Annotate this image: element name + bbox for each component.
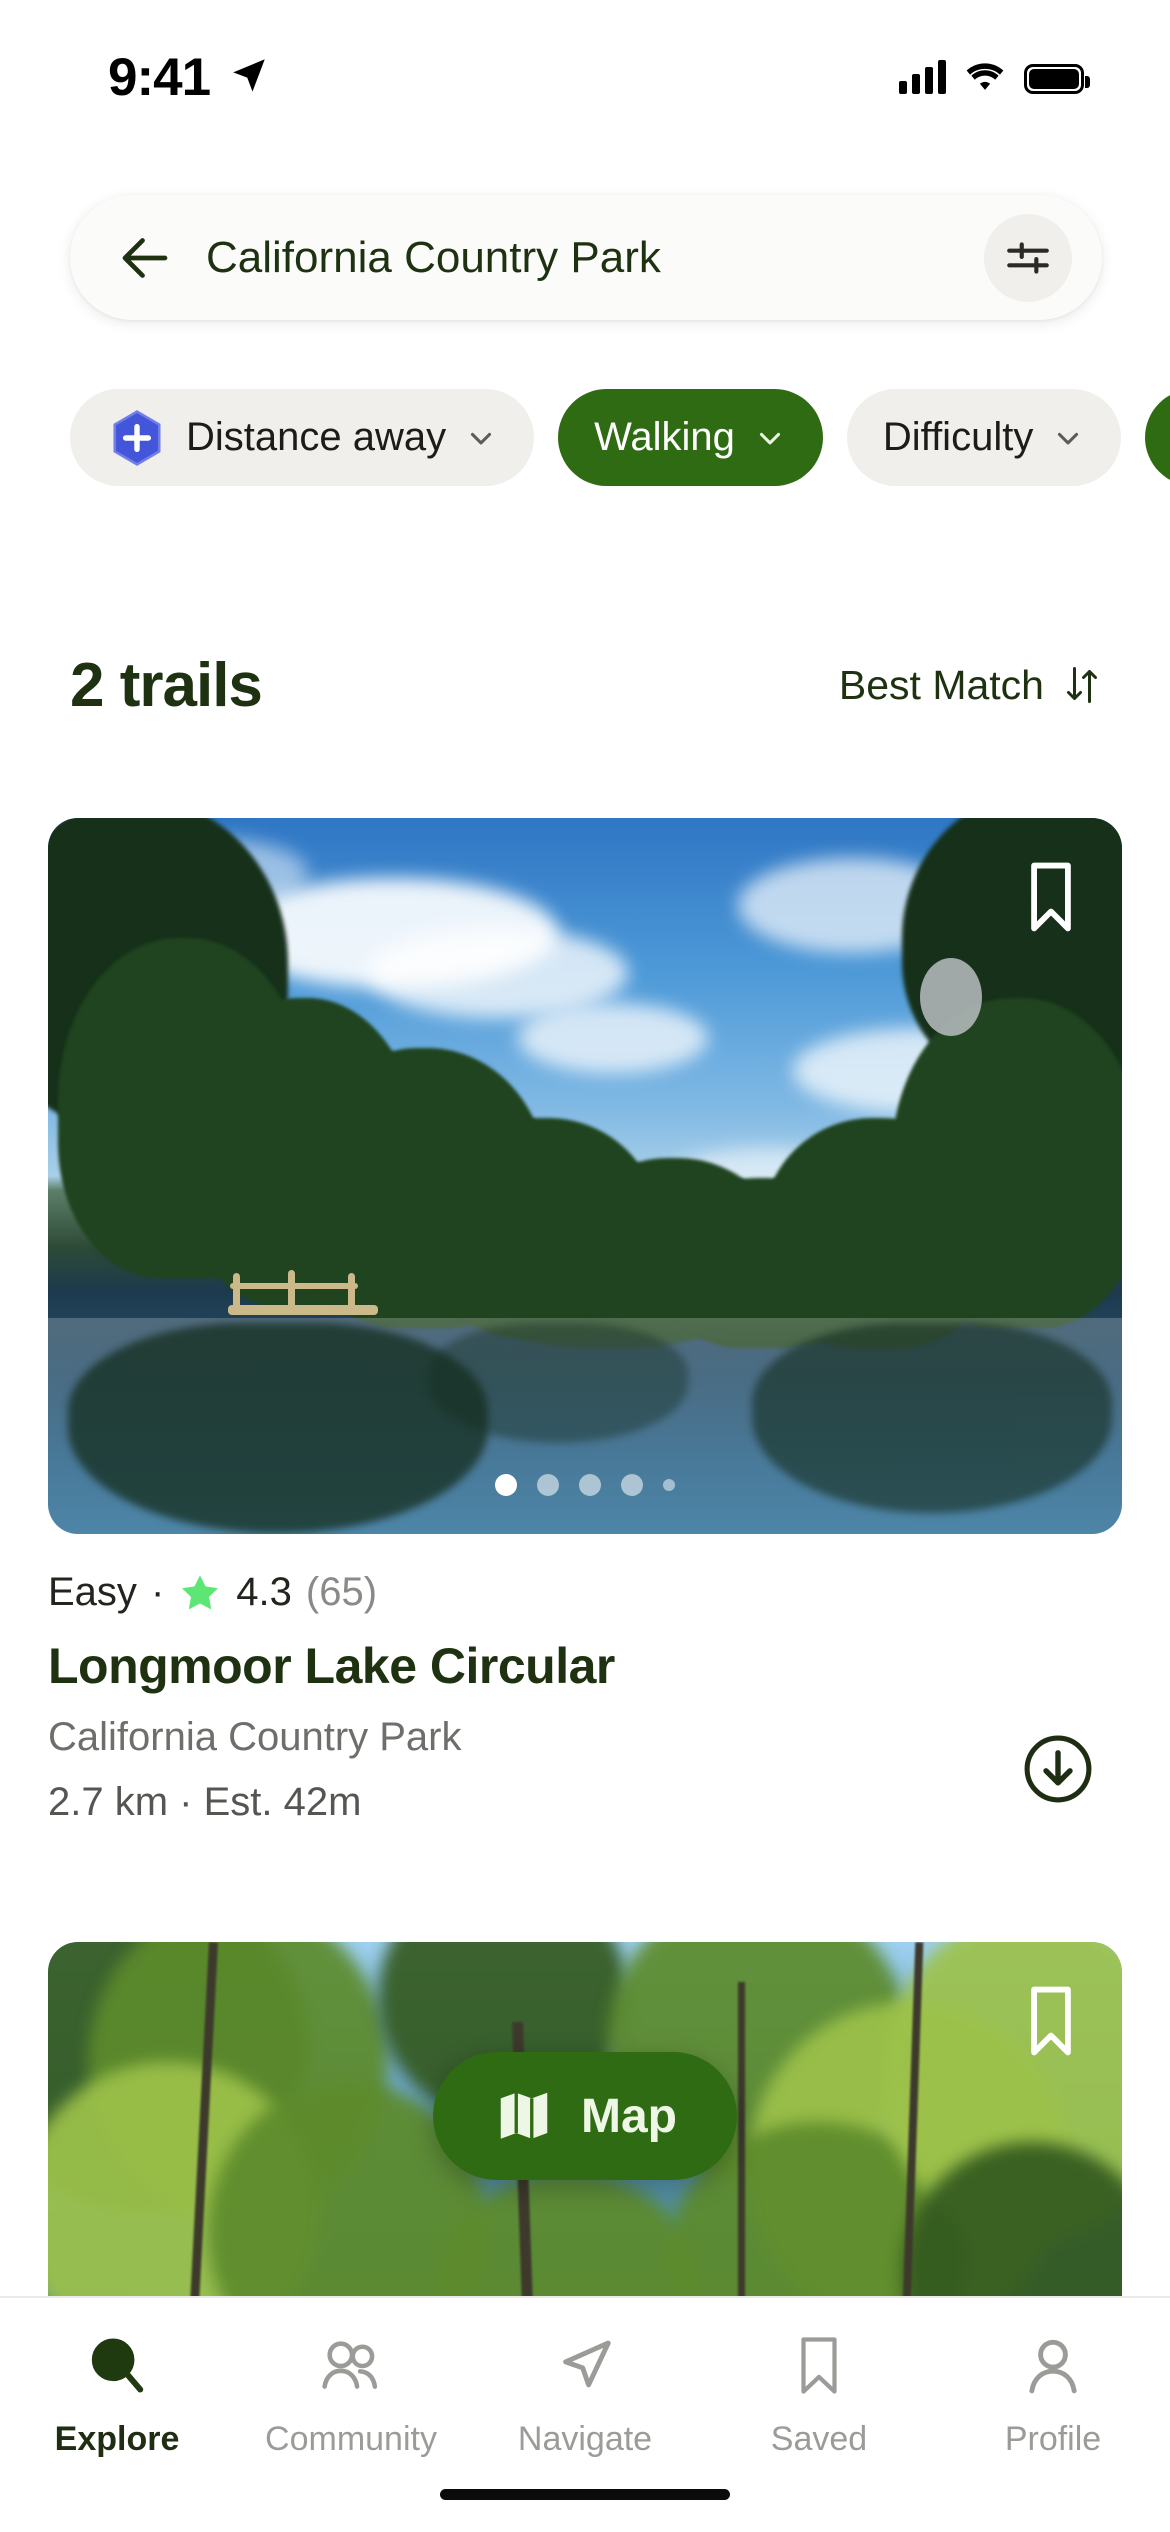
sort-arrows-icon: [1067, 667, 1097, 703]
cellular-signal-icon: [899, 60, 946, 94]
filter-chip-overflow[interactable]: [1145, 389, 1170, 486]
carousel-dot[interactable]: [495, 1474, 517, 1496]
carousel-dots[interactable]: [48, 1474, 1122, 1496]
search-bar[interactable]: California Country Park: [70, 195, 1102, 320]
chevron-down-icon: [759, 432, 780, 445]
trail-photo-carousel[interactable]: [48, 818, 1122, 1534]
bookmark-button[interactable]: [1022, 1984, 1080, 2058]
tab-community[interactable]: Community: [234, 2332, 468, 2459]
search-icon: [84, 2332, 150, 2398]
trail-rating-value: 4.3: [236, 1570, 292, 1614]
trail-info: Easy · 4.3 (65) Longmoor Lake Circular C…: [48, 1534, 1122, 1825]
star-icon: [182, 1574, 219, 1609]
filter-chip-walking[interactable]: Walking: [558, 389, 823, 486]
tab-navigate[interactable]: Navigate: [468, 2332, 702, 2459]
people-icon: [318, 2332, 384, 2398]
tab-label: Community: [265, 2420, 437, 2458]
person-icon: [1020, 2332, 1086, 2398]
results-header: 2 trails Best Match: [0, 630, 1170, 740]
carousel-dot[interactable]: [579, 1474, 601, 1496]
lens-flare-artifact: [920, 958, 982, 1036]
sort-button[interactable]: Best Match: [839, 662, 1100, 709]
filter-chip-label: Difficulty: [882, 415, 1034, 459]
trail-photo: [48, 818, 1122, 1534]
trail-name[interactable]: Longmoor Lake Circular: [48, 1637, 1122, 1695]
status-bar-time: 9:41: [108, 48, 211, 107]
tab-label: Explore: [54, 2420, 180, 2458]
tab-saved[interactable]: Saved: [702, 2332, 936, 2459]
back-button[interactable]: [112, 225, 178, 291]
trail-card[interactable]: Easy · 4.3 (65) Longmoor Lake Circular C…: [48, 818, 1122, 1825]
sort-label: Best Match: [838, 661, 1044, 708]
trail-rating-row: Easy · 4.3 (65): [48, 1570, 1122, 1615]
tab-label: Navigate: [517, 2420, 653, 2458]
map-button-label: Map: [581, 2089, 677, 2143]
carousel-dot[interactable]: [537, 1474, 559, 1496]
tab-label: Profile: [1004, 2420, 1102, 2458]
home-indicator: [440, 2489, 730, 2500]
location-arrow-icon: [233, 59, 265, 92]
battery-full-icon: [1024, 64, 1090, 94]
filter-chip-row[interactable]: Distance away Walking Difficulty: [0, 385, 1170, 490]
bookmark-button[interactable]: [1022, 860, 1080, 934]
chevron-down-icon: [1058, 432, 1079, 445]
status-bar: 9:41: [0, 0, 1170, 150]
trail-difficulty: Easy: [48, 1570, 137, 1614]
filter-chip-distance-away[interactable]: Distance away: [70, 389, 535, 486]
carousel-dot[interactable]: [663, 1479, 675, 1491]
filter-chip-label: Walking: [594, 415, 735, 459]
plus-hexagon-icon: [113, 409, 161, 466]
folded-map-icon: [500, 2092, 548, 2139]
trail-park: California Country Park: [48, 1715, 462, 1759]
filter-chip-label: Distance away: [186, 415, 447, 459]
wifi-icon: [966, 63, 1004, 90]
bookmark-icon: [786, 2332, 852, 2398]
back-arrow-icon: [122, 237, 168, 278]
search-input[interactable]: California Country Park: [206, 233, 984, 283]
status-bar-indicators: [899, 50, 1090, 94]
chevron-down-icon: [471, 432, 492, 445]
trail-stats: 2.7 km · Est. 42m: [48, 1780, 362, 1824]
tab-label: Saved: [770, 2420, 868, 2458]
trail-review-count: (65): [305, 1570, 378, 1614]
download-button[interactable]: [1022, 1733, 1094, 1805]
results-count: 2 trails: [70, 650, 263, 720]
tab-explore[interactable]: Explore: [0, 2332, 234, 2459]
separator-dot: ·: [150, 1570, 165, 1614]
filter-settings-button[interactable]: [984, 213, 1072, 302]
filter-chip-difficulty[interactable]: Difficulty: [846, 389, 1122, 486]
paper-plane-icon: [552, 2332, 618, 2398]
map-toggle-button[interactable]: Map: [433, 2052, 737, 2180]
app-screen: 9:41 California Country Park Distance aw…: [0, 0, 1170, 2532]
tune-sliders-icon: [1007, 241, 1049, 274]
carousel-dot[interactable]: [621, 1474, 643, 1496]
tab-profile[interactable]: Profile: [936, 2332, 1170, 2459]
